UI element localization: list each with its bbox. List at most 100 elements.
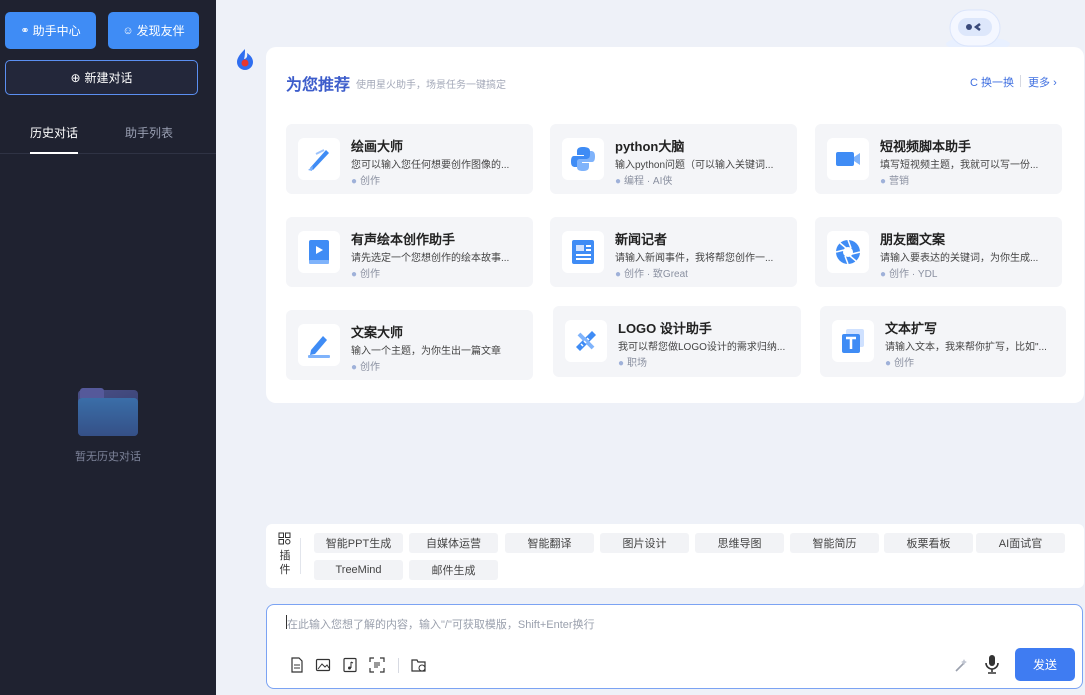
card-meta-text: 创作 <box>360 176 381 187</box>
plugin-chip[interactable]: 思维导图 <box>695 533 784 553</box>
divider <box>398 658 399 673</box>
python-icon <box>562 138 604 180</box>
assistant-card[interactable]: 文本扩写 请输入文本，我来帮你扩写，比如"... ● 创作 <box>820 306 1066 377</box>
card-desc: 请先选定一个您想创作的绘本故事... <box>351 253 510 264</box>
plugin-chip[interactable]: 邮件生成 <box>409 560 498 580</box>
card-name: 有声绘本创作助手 <box>351 232 456 247</box>
aperture-icon <box>827 231 869 273</box>
user-icon: ● <box>351 176 358 187</box>
plus-circle-icon: ⊕ <box>70 70 81 85</box>
plugin-chip[interactable]: TreeMind <box>314 560 403 580</box>
card-name: 朋友圈文案 <box>880 232 946 247</box>
plugins-bar: 插件 智能PPT生成 自媒体运营 智能翻译 图片设计 思维导图 智能简历 板栗看… <box>266 524 1084 588</box>
plugin-chip[interactable]: 智能PPT生成 <box>314 533 403 553</box>
user-icon: ● <box>615 269 622 280</box>
card-meta: ● 营销 <box>880 172 909 187</box>
plugin-grid-icon <box>278 532 291 545</box>
card-meta-text: 职场 <box>627 358 648 369</box>
plugin-chip[interactable]: 智能简历 <box>790 533 879 553</box>
tab-assistant-list[interactable]: 助手列表 <box>125 124 173 141</box>
newspaper-icon <box>562 231 604 273</box>
plugin-chip[interactable]: 图片设计 <box>600 533 689 553</box>
assistant-center-button[interactable]: ⚭ 助手中心 <box>5 12 96 49</box>
refresh-icon: C <box>970 77 978 89</box>
image-icon[interactable] <box>315 657 331 673</box>
card-meta-text: 编程 · AI侠 <box>624 176 673 187</box>
design-tools-icon <box>565 320 607 362</box>
assistant-center-label: 助手中心 <box>32 24 81 38</box>
more-button[interactable]: 更多 › <box>1028 74 1057 90</box>
divider <box>300 538 301 574</box>
assistant-card[interactable]: 文案大师 输入一个主题，为你生出一篇文章 ● 创作 <box>286 310 533 380</box>
assistant-card[interactable]: LOGO 设计助手 我可以帮您做LOGO设计的需求归纳... ● 职场 <box>553 306 801 377</box>
card-meta-text: 创作 · 致Great <box>624 269 688 280</box>
card-name: python大脑 <box>615 139 685 154</box>
chat-input-placeholder[interactable]: 在此输入您想了解的内容，输入"/"可获取模版，Shift+Enter换行 <box>287 616 595 632</box>
card-meta: ● 创作 <box>351 172 380 187</box>
card-meta: ● 职场 <box>618 354 647 369</box>
card-desc: 请输入要表达的关键词，为你生成... <box>880 253 1039 264</box>
card-meta: ● 创作 <box>351 358 380 373</box>
plugin-chip[interactable]: AI面试官 <box>976 533 1065 553</box>
card-meta: ● 创作 · 致Great <box>615 265 688 280</box>
folder-upload-icon[interactable] <box>411 657 427 673</box>
card-name: 短视频脚本助手 <box>880 139 972 154</box>
user-icon: ● <box>615 176 622 187</box>
refresh-label: 换一换 <box>981 77 1015 89</box>
card-desc: 输入python问题（可以输入关键词... <box>615 160 774 171</box>
assistant-card[interactable]: 有声绘本创作助手 请先选定一个您想创作的绘本故事... ● 创作 <box>286 217 533 287</box>
card-name: 绘画大师 <box>351 139 404 154</box>
recommend-panel: 为您推荐 使用星火助手，场景任务一键搞定 C 换一换 更多 › 绘画大师 您可以… <box>266 47 1084 403</box>
plugin-chip[interactable]: 智能翻译 <box>505 533 594 553</box>
card-name: 文案大师 <box>351 325 404 340</box>
assistant-card[interactable]: python大脑 输入python问题（可以输入关键词... ● 编程 · AI侠 <box>550 124 797 194</box>
user-icon: ● <box>880 176 887 187</box>
smile-icon: ☺ <box>122 24 134 37</box>
assistant-card[interactable]: 绘画大师 您可以输入您任何想要创作图像的... ● 创作 <box>286 124 533 194</box>
card-meta: ● 编程 · AI侠 <box>615 172 672 187</box>
card-desc: 请输入新闻事件，我将帮您创作一... <box>615 253 774 264</box>
discover-partners-button[interactable]: ☺ 发现友伴 <box>108 12 199 49</box>
scan-text-icon[interactable] <box>369 657 385 673</box>
audio-file-icon[interactable] <box>342 657 358 673</box>
card-name: LOGO 设计助手 <box>618 321 712 336</box>
chat-input-box[interactable]: 在此输入您想了解的内容，输入"/"可获取模版，Shift+Enter换行 发送 <box>266 604 1083 689</box>
new-chat-button[interactable]: ⊕ 新建对话 <box>5 60 198 95</box>
chevron-right-icon: › <box>1053 77 1057 89</box>
pen-icon <box>298 324 340 366</box>
card-meta: ● 创作 <box>351 265 380 280</box>
document-icon[interactable] <box>289 657 305 673</box>
send-button[interactable]: 发送 <box>1015 648 1075 681</box>
empty-history-text: 暂无历史对话 <box>75 451 141 463</box>
text-expand-icon <box>832 320 874 362</box>
spark-logo-icon <box>237 49 253 70</box>
tab-history[interactable]: 历史对话 <box>30 124 79 154</box>
card-desc: 您可以输入您任何想要创作图像的... <box>351 160 510 171</box>
assistant-card[interactable]: 新闻记者 请输入新闻事件，我将帮您创作一... ● 创作 · 致Great <box>550 217 797 287</box>
sidebar-tabs: 历史对话 助手列表 <box>0 124 216 154</box>
new-chat-label: 新建对话 <box>84 71 133 85</box>
user-icon: ● <box>880 269 887 280</box>
assistant-card[interactable]: 朋友圈文案 请输入要表达的关键词，为你生成... ● 创作 · YDL <box>815 217 1062 287</box>
user-icon: ● <box>618 358 625 369</box>
divider <box>1020 75 1021 87</box>
card-meta-text: 创作 <box>360 269 381 280</box>
plugin-chip[interactable]: 自媒体运营 <box>409 533 498 553</box>
assistant-card[interactable]: 短视频脚本助手 填写短视频主题，我就可以写一份... ● 营销 <box>815 124 1062 194</box>
video-camera-icon <box>827 138 869 180</box>
recommend-title: 为您推荐 <box>286 71 350 96</box>
recommend-subtitle: 使用星火助手，场景任务一键搞定 <box>356 80 506 91</box>
refresh-button[interactable]: C 换一换 <box>970 74 1014 90</box>
paintbrush-icon <box>298 138 340 180</box>
user-icon: ● <box>351 269 358 280</box>
card-desc: 填写短视频主题，我就可以写一份... <box>880 160 1039 171</box>
sidebar: ⚭ 助手中心 ☺ 发现友伴 ⊕ 新建对话 历史对话 助手列表 暂无历史对话 <box>0 0 216 695</box>
card-desc: 我可以帮您做LOGO设计的需求归纳... <box>618 342 786 353</box>
drop-icon: ⚭ <box>20 25 30 37</box>
plugin-chip[interactable]: 板栗看板 <box>884 533 973 553</box>
card-name: 文本扩写 <box>885 321 938 336</box>
magic-wand-icon[interactable] <box>953 657 969 673</box>
microphone-icon[interactable] <box>983 653 1001 675</box>
empty-history: 暂无历史对话 <box>0 388 216 464</box>
card-name: 新闻记者 <box>615 232 668 247</box>
